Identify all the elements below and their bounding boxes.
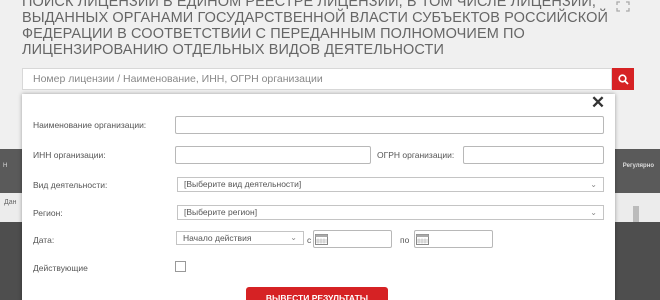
org-name-label: Наименование организации: [33,120,147,130]
inn-label: ИНН организации: [33,150,106,160]
inn-field[interactable] [175,146,371,164]
calendar-icon[interactable] [416,233,429,245]
submit-button[interactable]: Вывести результаты [246,287,388,300]
chevron-down-icon: ⌄ [290,233,297,242]
region-label: Регион: [33,208,63,218]
results-header-right: Регулярно [622,163,654,169]
search-bar [22,68,634,90]
close-icon[interactable]: ✕ [590,94,606,111]
ogrn-field[interactable] [463,146,604,164]
chevron-down-icon: ⌄ [590,208,597,217]
search-icon [617,73,629,85]
activity-select-value: [Выберите вид деятельности] [184,179,302,189]
date-type-value: Начало действия [183,233,252,243]
page-title: Поиск лицензий в едином реестре лицензий… [22,0,609,58]
ogrn-label: ОГРН организации: [377,150,455,160]
date-type-select[interactable]: Начало действия ⌄ [176,231,304,245]
search-button[interactable] [612,68,634,90]
region-select-value: [Выберите регион] [184,207,258,217]
region-select[interactable]: [Выберите регион] ⌄ [177,205,604,220]
activity-label: Вид деятельности: [33,180,108,190]
activity-select[interactable]: [Выберите вид деятельности] ⌄ [177,177,604,192]
org-name-field[interactable] [175,116,604,134]
date-from-field[interactable] [313,230,392,248]
date-label: Дата: [33,235,55,245]
calendar-icon[interactable] [315,233,328,245]
scrollbar[interactable] [633,206,639,222]
chevron-down-icon: ⌄ [590,180,597,189]
results-header-left: Н [3,163,8,169]
active-checkbox[interactable] [175,261,186,272]
date-from-label: с [307,235,312,245]
results-row-text: Дан [4,199,17,206]
search-input[interactable] [22,68,612,90]
advanced-search-modal: ✕ Наименование организации: ИНН организа… [22,94,615,300]
date-to-field[interactable] [414,230,493,248]
active-label: Действующие [33,263,88,273]
date-to-label: по [400,235,410,245]
expand-icon[interactable] [616,1,630,12]
